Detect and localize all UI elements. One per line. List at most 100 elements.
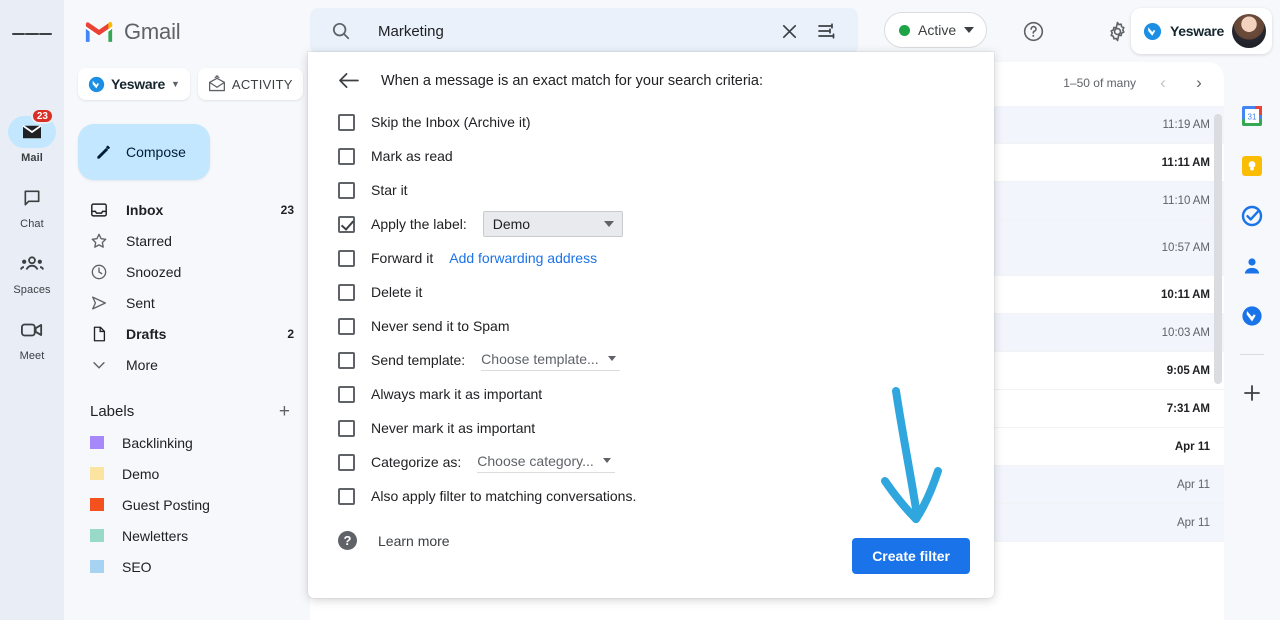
help-circle-icon[interactable]: ? (338, 531, 357, 550)
star-icon (90, 232, 108, 250)
option-never-spam[interactable]: Never send it to Spam (338, 309, 970, 343)
sidebar-item-more[interactable]: More (64, 349, 310, 380)
checkbox-apply-to-existing[interactable] (338, 488, 355, 505)
label-color-chip (90, 560, 104, 573)
rail-item-chat[interactable]: Chat (4, 182, 60, 230)
yesware-menu-button[interactable]: Yesware ▼ (78, 68, 190, 100)
sidebar-label-sent: Sent (126, 295, 276, 311)
pagination: 1–50 of many ‹ › (1063, 68, 1214, 98)
sidebar-item-sent[interactable]: Sent (64, 287, 310, 318)
sidebar-count-inbox: 23 (281, 203, 294, 217)
label-color-chip (90, 467, 104, 480)
compose-label: Compose (126, 144, 186, 160)
label-item-seo[interactable]: SEO (64, 551, 310, 582)
hamburger-icon[interactable] (12, 14, 52, 54)
google-keep-icon[interactable] (1240, 154, 1264, 178)
rail-item-meet[interactable]: Meet (4, 314, 60, 362)
option-label: Delete it (371, 284, 422, 300)
option-mark-as-read[interactable]: Mark as read (338, 139, 970, 173)
email-time: Apr 11 (1177, 517, 1210, 529)
chevron-down-icon: ▼ (171, 79, 180, 89)
option-label: Star it (371, 182, 408, 198)
compose-button[interactable]: Compose (78, 124, 210, 180)
sidebar-item-starred[interactable]: Starred (64, 225, 310, 256)
option-label: Mark as read (371, 148, 453, 164)
search-input[interactable]: Marketing (378, 23, 770, 40)
activity-button[interactable]: ACTIVITY (198, 68, 303, 100)
label-select[interactable]: Demo (483, 211, 623, 237)
side-panel-rail: 31 (1224, 62, 1280, 620)
plus-icon[interactable]: + (279, 402, 290, 421)
rail-item-spaces[interactable]: Spaces (4, 248, 60, 296)
learn-more-link[interactable]: Learn more (378, 533, 450, 549)
option-send-template[interactable]: Send template: Choose template... (338, 343, 970, 377)
add-forwarding-address-link[interactable]: Add forwarding address (449, 250, 597, 266)
category-select[interactable]: Choose category... (477, 452, 614, 473)
spaces-icon (8, 248, 56, 280)
chevron-down-icon (608, 356, 616, 361)
google-calendar-icon[interactable]: 31 (1240, 104, 1264, 128)
category-select-value: Choose category... (477, 453, 593, 469)
checkbox-mark-as-read[interactable] (338, 148, 355, 165)
search-bar[interactable]: Marketing (310, 8, 858, 54)
clock-icon (90, 263, 108, 281)
list-scrollbar-thumb[interactable] (1214, 114, 1222, 384)
option-forward-it[interactable]: Forward it Add forwarding address (338, 241, 970, 275)
avatar[interactable] (1232, 14, 1266, 48)
checkbox-skip-inbox[interactable] (338, 114, 355, 131)
email-time: 11:10 AM (1163, 195, 1210, 207)
google-contacts-icon[interactable] (1240, 254, 1264, 278)
gmail-wordmark: Gmail (124, 19, 180, 45)
sidebar-label-snoozed: Snoozed (126, 264, 276, 280)
option-star-it[interactable]: Star it (338, 173, 970, 207)
checkbox-never-spam[interactable] (338, 318, 355, 335)
chevron-right-icon[interactable]: › (1184, 68, 1214, 98)
option-delete-it[interactable]: Delete it (338, 275, 970, 309)
option-categorize-as[interactable]: Categorize as: Choose category... (338, 445, 970, 479)
account-button[interactable]: Yesware (1131, 8, 1272, 54)
back-arrow-icon[interactable] (338, 72, 359, 89)
create-filter-button[interactable]: Create filter (852, 538, 970, 574)
add-addon-plus-icon[interactable] (1240, 381, 1264, 405)
template-select[interactable]: Choose template... (481, 350, 620, 371)
option-always-important[interactable]: Always mark it as important (338, 377, 970, 411)
label-item-demo[interactable]: Demo (64, 458, 310, 489)
status-badge[interactable]: Active (884, 12, 987, 48)
option-apply-label[interactable]: Apply the label: Demo (338, 207, 970, 241)
checkbox-categorize-as[interactable] (338, 454, 355, 471)
filter-options-icon[interactable] (808, 12, 846, 50)
label-item-backlinking[interactable]: Backlinking (64, 427, 310, 458)
google-tasks-icon[interactable] (1240, 204, 1264, 228)
label-select-value: Demo (493, 216, 530, 232)
sidebar-item-inbox[interactable]: Inbox 23 (64, 194, 310, 225)
search-icon[interactable] (322, 12, 360, 50)
rail-label-meet: Meet (20, 350, 45, 362)
option-apply-to-existing[interactable]: Also apply filter to matching conversati… (338, 479, 970, 513)
checkbox-delete-it[interactable] (338, 284, 355, 301)
checkbox-always-important[interactable] (338, 386, 355, 403)
email-time: 7:31 AM (1167, 403, 1210, 415)
sidebar-item-drafts[interactable]: Drafts 2 (64, 318, 310, 349)
yesware-addon-icon[interactable] (1240, 304, 1264, 328)
checkbox-send-template[interactable] (338, 352, 355, 369)
help-icon[interactable] (1014, 12, 1052, 50)
rail-label-mail: Mail (21, 152, 43, 164)
meet-icon (8, 314, 56, 346)
mail-icon: 23 (8, 116, 56, 148)
checkbox-apply-label[interactable] (338, 216, 355, 233)
inbox-icon (90, 201, 108, 219)
close-icon[interactable] (770, 12, 808, 50)
sidebar-item-snoozed[interactable]: Snoozed (64, 256, 310, 287)
option-label: Never send it to Spam (371, 318, 510, 334)
checkbox-never-important[interactable] (338, 420, 355, 437)
sidebar-label-inbox: Inbox (126, 202, 263, 218)
option-never-important[interactable]: Never mark it as important (338, 411, 970, 445)
checkbox-forward-it[interactable] (338, 250, 355, 267)
chevron-left-icon[interactable]: ‹ (1148, 68, 1178, 98)
rail-item-mail[interactable]: 23 Mail (4, 116, 60, 164)
option-skip-inbox[interactable]: Skip the Inbox (Archive it) (338, 105, 970, 139)
label-item-newletters[interactable]: Newletters (64, 520, 310, 551)
activity-envelope-icon (208, 75, 226, 93)
label-item-guest-posting[interactable]: Guest Posting (64, 489, 310, 520)
checkbox-star-it[interactable] (338, 182, 355, 199)
